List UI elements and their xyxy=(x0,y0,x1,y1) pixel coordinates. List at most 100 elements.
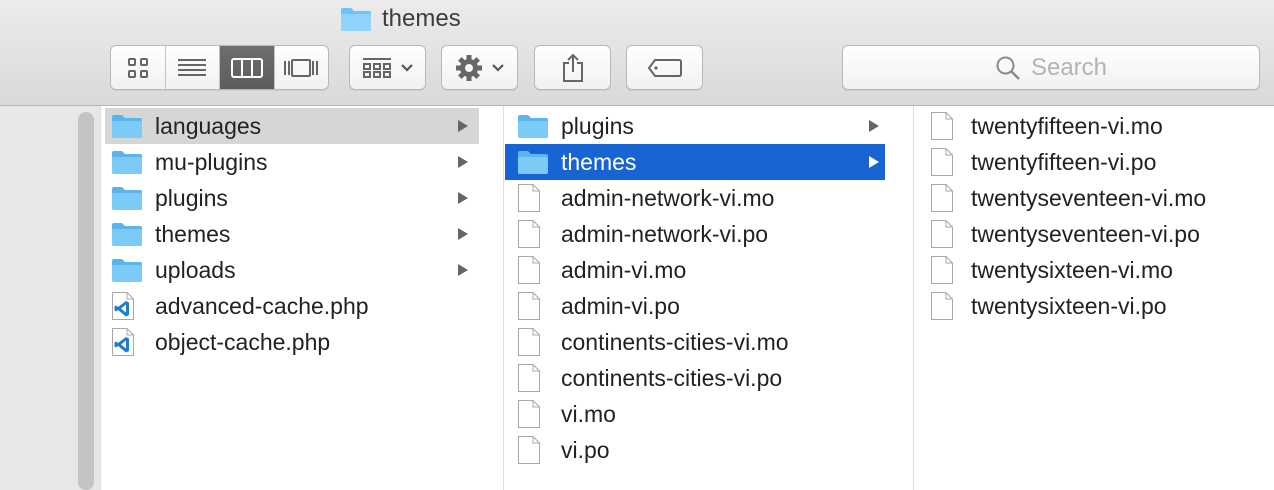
item-name: twentyseventeen-vi.po xyxy=(971,221,1200,247)
tag-icon xyxy=(647,58,682,77)
item-name: twentyseventeen-vi.mo xyxy=(971,185,1207,211)
item-name: admin-network-vi.po xyxy=(561,221,769,247)
item-name: mu-plugins xyxy=(155,149,268,175)
view-mode-control xyxy=(110,45,329,90)
folder-icon xyxy=(112,151,142,174)
document-icon xyxy=(931,220,953,248)
file-row[interactable]: advanced-cache.php xyxy=(105,288,479,324)
group-by-icon xyxy=(362,57,391,78)
file-row[interactable]: admin-vi.po xyxy=(505,288,885,324)
folder-row[interactable]: themes xyxy=(105,216,479,252)
item-name: twentysixteen-vi.mo xyxy=(971,257,1173,283)
folder-row[interactable]: plugins xyxy=(505,108,885,144)
item-name: plugins xyxy=(155,185,228,211)
file-row[interactable]: vi.po xyxy=(505,432,885,468)
document-icon xyxy=(518,184,540,212)
magnifier-icon xyxy=(996,56,1020,80)
browser-column-2: plugins themes admin-network-vi.mo admin-ne… xyxy=(504,106,914,490)
column-view-button[interactable] xyxy=(220,46,275,89)
document-icon xyxy=(931,292,953,320)
item-name: admin-vi.mo xyxy=(561,257,687,283)
item-name: themes xyxy=(155,221,231,247)
chevron-down-icon xyxy=(400,63,413,72)
share-icon xyxy=(562,53,583,82)
share-button[interactable] xyxy=(534,45,611,90)
item-name: object-cache.php xyxy=(155,329,331,355)
file-row[interactable]: twentysixteen-vi.po xyxy=(914,288,1254,324)
file-row[interactable]: continents-cities-vi.po xyxy=(505,360,885,396)
file-row[interactable]: admin-network-vi.mo xyxy=(505,180,885,216)
item-name: admin-vi.po xyxy=(561,293,680,319)
disclosure-arrow-icon xyxy=(458,192,468,204)
document-icon xyxy=(518,328,540,356)
folder-icon xyxy=(518,115,548,138)
document-icon xyxy=(931,112,953,140)
item-name: admin-network-vi.mo xyxy=(561,185,775,211)
browser-column-3: twentyfifteen-vi.mo twentyfifteen-vi.po tw… xyxy=(914,106,1274,490)
folder-row[interactable]: languages xyxy=(105,108,479,144)
file-row[interactable]: admin-network-vi.po xyxy=(505,216,885,252)
file-row[interactable]: object-cache.php xyxy=(105,324,479,360)
item-name: themes xyxy=(561,149,637,175)
code-file-icon xyxy=(112,292,134,320)
window-title: themes xyxy=(340,4,461,34)
document-icon xyxy=(518,400,540,428)
item-name: continents-cities-vi.po xyxy=(561,365,783,391)
action-button[interactable] xyxy=(441,45,518,90)
file-row[interactable]: twentysixteen-vi.mo xyxy=(914,252,1254,288)
file-row[interactable]: continents-cities-vi.mo xyxy=(505,324,885,360)
file-row[interactable]: twentyseventeen-vi.mo xyxy=(914,180,1254,216)
file-row[interactable]: admin-vi.mo xyxy=(505,252,885,288)
document-icon xyxy=(931,256,953,284)
folder-icon xyxy=(112,115,142,138)
folder-row[interactable]: uploads xyxy=(105,252,479,288)
gallery-icon xyxy=(284,58,319,77)
folder-icon xyxy=(112,223,142,246)
document-icon xyxy=(518,220,540,248)
search-field[interactable]: Search xyxy=(842,45,1260,90)
gear-icon xyxy=(455,54,482,81)
columns-icon xyxy=(230,57,263,78)
disclosure-arrow-icon xyxy=(458,264,468,276)
item-name: twentyfifteen-vi.po xyxy=(971,149,1157,175)
item-name: vi.mo xyxy=(561,401,616,427)
disclosure-arrow-icon xyxy=(869,120,879,132)
item-name: plugins xyxy=(561,113,634,139)
gallery-view-button[interactable] xyxy=(275,46,329,89)
disclosure-arrow-icon xyxy=(869,156,879,168)
file-row[interactable]: twentyfifteen-vi.po xyxy=(914,144,1254,180)
document-icon xyxy=(931,148,953,176)
document-icon xyxy=(518,256,540,284)
item-name: twentyfifteen-vi.mo xyxy=(971,113,1163,139)
file-row[interactable]: twentyseventeen-vi.po xyxy=(914,216,1254,252)
file-row[interactable]: vi.mo xyxy=(505,396,885,432)
list-icon xyxy=(178,58,207,76)
item-name: vi.po xyxy=(561,437,610,463)
document-icon xyxy=(931,184,953,212)
tag-button[interactable] xyxy=(626,45,703,90)
list-view-button[interactable] xyxy=(166,46,220,89)
folder-row[interactable]: plugins xyxy=(105,180,479,216)
sidebar xyxy=(0,106,100,490)
folder-row[interactable]: mu-plugins xyxy=(105,144,479,180)
chevron-down-icon xyxy=(491,63,504,72)
folder-row[interactable]: themes xyxy=(505,144,885,180)
browser-column-1: languages mu-plugins plugins themes uploads a… xyxy=(100,106,504,490)
file-row[interactable]: twentyfifteen-vi.mo xyxy=(914,108,1254,144)
icon-view-button[interactable] xyxy=(111,46,166,89)
disclosure-arrow-icon xyxy=(458,120,468,132)
search-placeholder: Search xyxy=(1030,53,1108,81)
item-name: twentysixteen-vi.po xyxy=(971,293,1167,319)
folder-icon xyxy=(112,259,142,282)
document-icon xyxy=(518,364,540,392)
disclosure-arrow-icon xyxy=(458,228,468,240)
folder-icon xyxy=(518,151,548,174)
item-name: continents-cities-vi.mo xyxy=(561,329,789,355)
disclosure-arrow-icon xyxy=(458,156,468,168)
document-icon xyxy=(518,292,540,320)
group-by-button[interactable] xyxy=(349,45,426,90)
code-file-icon xyxy=(112,328,134,356)
folder-icon xyxy=(112,187,142,210)
sidebar-scrollbar[interactable] xyxy=(78,112,94,490)
item-name: advanced-cache.php xyxy=(155,293,369,319)
